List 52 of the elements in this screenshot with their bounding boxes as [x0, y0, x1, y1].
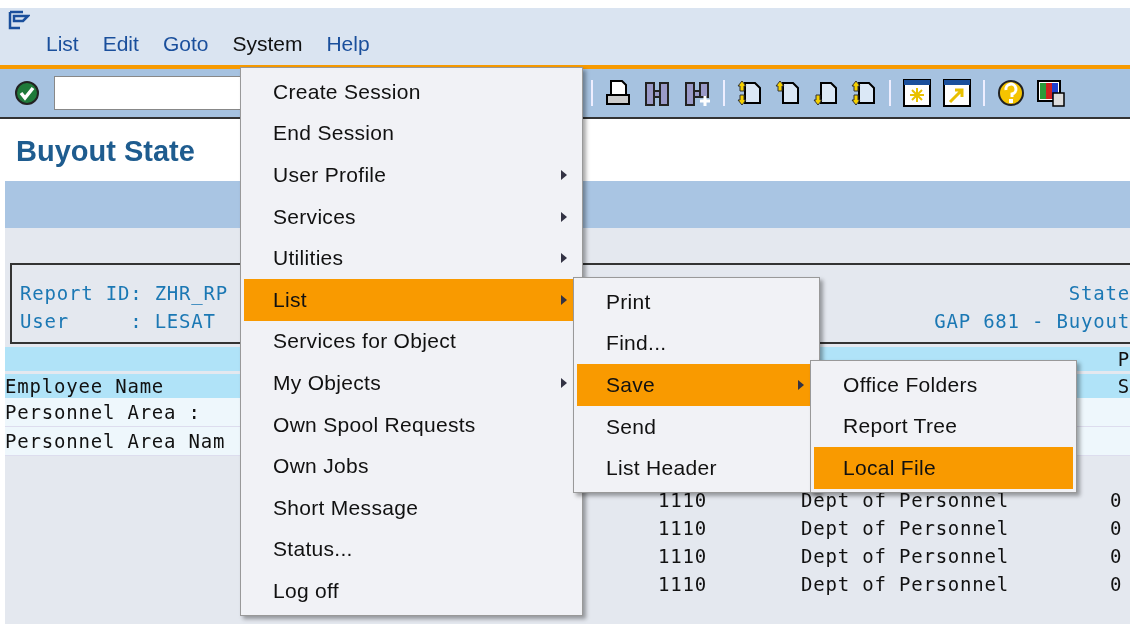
menu-bar-item[interactable]: System: [220, 32, 315, 56]
column-header: S: [1117, 375, 1130, 397]
menu-item[interactable]: Office Folders: [814, 364, 1073, 406]
info-label: Personnel Area :: [5, 401, 201, 423]
first-page-icon[interactable]: [737, 79, 763, 107]
menu-bar-item[interactable]: Edit: [90, 32, 151, 56]
menu-bar-item[interactable]: Help: [314, 32, 382, 56]
next-page-icon[interactable]: [813, 79, 839, 107]
header-text: User : LESAT: [20, 309, 217, 334]
menu-bar-item[interactable]: Goto: [150, 32, 221, 56]
page-title: Buyout State: [15, 134, 195, 169]
table-cell-text: Dept of Personnel: [801, 489, 1011, 511]
table-cell-text: 1110: [658, 489, 708, 511]
help-icon[interactable]: [997, 79, 1025, 107]
table-cell-text: 0: [1110, 489, 1124, 511]
table-cell-text: 1110: [658, 517, 708, 539]
menu-item[interactable]: Utilities: [244, 237, 579, 279]
header-text: State: [1068, 281, 1130, 306]
menu-item[interactable]: Print: [577, 281, 816, 323]
column-header: Employee Name: [5, 375, 165, 397]
menu-item[interactable]: Status...: [244, 528, 579, 571]
menu-item[interactable]: Find...: [577, 322, 816, 365]
menu-item[interactable]: Services: [244, 195, 579, 238]
table-cell-text: 0: [1110, 573, 1124, 595]
menu-item[interactable]: Local File: [814, 447, 1073, 489]
table-cell-text: Dept of Personnel: [801, 517, 1011, 539]
table-cell-text: 1110: [658, 545, 708, 567]
menu-item[interactable]: Short Message: [244, 486, 579, 529]
table-cell-text: Dept of Personnel: [801, 545, 1011, 567]
last-page-icon[interactable]: [851, 79, 877, 107]
menu-bar-item[interactable]: List: [34, 32, 91, 56]
table-cell-text: 0: [1110, 517, 1124, 539]
print-icon[interactable]: [605, 79, 631, 107]
new-window-icon[interactable]: [903, 79, 931, 107]
layout-icon[interactable]: [1037, 79, 1065, 107]
check-icon[interactable]: [14, 80, 40, 106]
previous-page-icon[interactable]: [775, 79, 801, 107]
binoculars-plus-icon[interactable]: [683, 79, 711, 107]
header-text: GAP 681 - Buyout: [934, 309, 1130, 334]
table-cell-text: 1110: [658, 573, 708, 595]
info-label: Personnel Area Nam: [5, 430, 226, 452]
column-header: P: [1117, 348, 1130, 370]
menu-item[interactable]: End Session: [244, 112, 579, 155]
table-cell-text: 0: [1110, 545, 1124, 567]
shortcut-icon[interactable]: [943, 79, 971, 107]
menu-icon[interactable]: [8, 8, 30, 30]
table-cell-text: Dept of Personnel: [801, 573, 1011, 595]
menu-item[interactable]: Log off: [244, 570, 579, 612]
menu-item[interactable]: User Profile: [244, 154, 579, 196]
binoculars-icon[interactable]: [643, 79, 671, 107]
menu-item[interactable]: Report Tree: [814, 405, 1073, 448]
header-text: Report ID: ZHR_RP: [20, 281, 229, 307]
